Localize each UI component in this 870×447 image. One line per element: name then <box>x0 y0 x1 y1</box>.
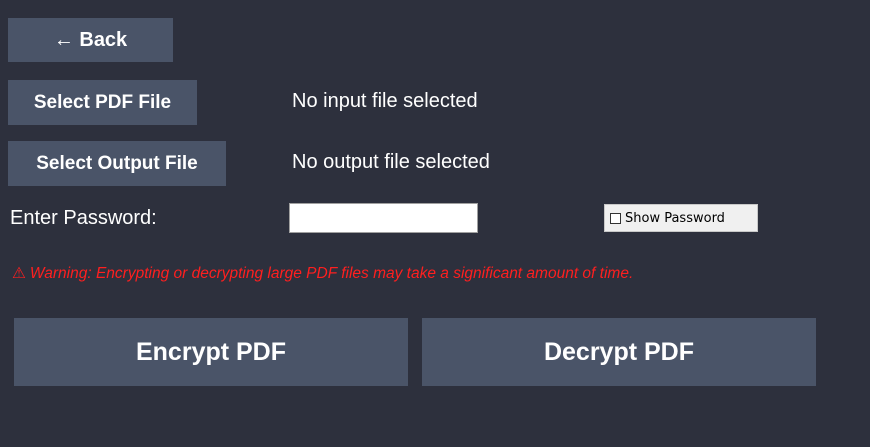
input-file-status: No input file selected <box>292 90 478 112</box>
warning-icon: ⚠ <box>12 265 26 282</box>
show-password-checkbox[interactable]: Show Password <box>604 204 758 232</box>
output-file-status: No output file selected <box>292 151 490 173</box>
warning-text: Warning: Encrypting or decrypting large … <box>29 265 634 282</box>
encrypt-pdf-button[interactable]: Encrypt PDF <box>14 318 408 386</box>
show-password-label: Show Password <box>625 210 725 226</box>
password-label: Enter Password: <box>10 207 157 229</box>
password-input[interactable] <box>289 203 478 233</box>
warning-message: ⚠ Warning: Encrypting or decrypting large… <box>12 264 633 283</box>
back-button[interactable]: ← Back <box>8 18 173 62</box>
select-output-file-button[interactable]: Select Output File <box>8 141 226 186</box>
checkbox-box-icon[interactable] <box>610 212 621 224</box>
select-pdf-file-button[interactable]: Select PDF File <box>8 80 197 125</box>
decrypt-pdf-button[interactable]: Decrypt PDF <box>422 318 816 386</box>
